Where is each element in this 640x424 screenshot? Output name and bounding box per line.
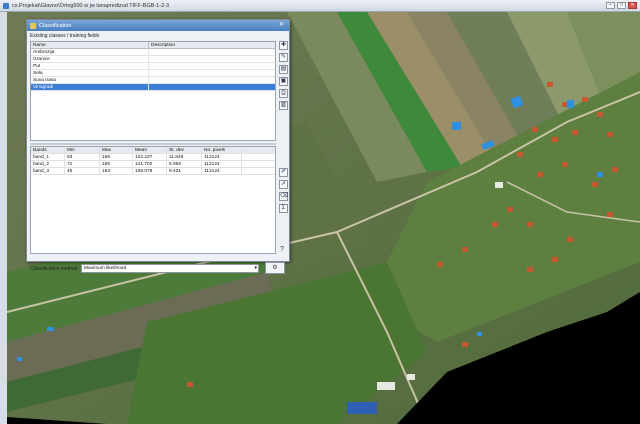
class-name: Granice <box>31 56 149 62</box>
table-cell: 165 <box>100 154 133 160</box>
stats-table-header: Bands Min Max Mean St. dev No. pixels <box>31 147 275 154</box>
pointer-icon[interactable]: ➚ <box>279 180 288 189</box>
app-titlebar: cs.Projekat\Glavno\Ortog500 w jw lanapre… <box>0 0 640 12</box>
table-cell: band_3 <box>31 168 65 174</box>
class-toolbar: ✚ ✎ ▤ ▣ ⎙ ▥ <box>279 41 289 113</box>
help-icon[interactable]: ? <box>280 246 284 253</box>
statistics-toolbar: ✐ ➚ ⌫ Σ <box>279 168 289 216</box>
table-cell: 112124 <box>202 168 242 174</box>
band-statistics-table[interactable]: Bands Min Max Mean St. dev No. pixels ba… <box>30 146 276 254</box>
class-description <box>149 84 275 90</box>
table-cell: 153 <box>100 168 133 174</box>
class-row[interactable]: Put <box>31 63 275 70</box>
column-header-pixels[interactable]: No. pixels <box>202 147 242 153</box>
pane-splitter[interactable] <box>30 143 276 145</box>
clear-icon[interactable]: ⌫ <box>279 192 288 201</box>
table-cell: 71 <box>65 161 100 167</box>
column-header-mean[interactable]: Mean <box>133 147 167 153</box>
column-header-max[interactable]: Max <box>100 147 133 153</box>
chevron-down-icon: ▾ <box>254 265 257 271</box>
class-row[interactable]: Sela <box>31 70 275 77</box>
window-controls: – □ ✕ <box>606 2 637 9</box>
app-title: cs.Projekat\Glavno\Ortog500 w jw lanapre… <box>12 2 170 9</box>
class-name: Put <box>31 63 149 69</box>
column-header-description[interactable]: Description <box>149 42 275 48</box>
open-icon[interactable]: ▤ <box>279 65 288 74</box>
close-window-button[interactable]: ✕ <box>628 2 637 9</box>
table-cell: 11.849 <box>167 154 202 160</box>
class-name: Sela <box>31 70 149 76</box>
classes-table-header: Name Description <box>31 42 275 49</box>
column-header-min[interactable]: Min <box>65 147 100 153</box>
class-name: Suva trava <box>31 77 149 83</box>
dialog-title: Classification <box>39 22 72 29</box>
table-cell: 45 <box>65 168 100 174</box>
edit-class-icon[interactable]: ✎ <box>279 53 288 62</box>
table-cell: 141.702 <box>133 161 167 167</box>
class-description <box>149 49 275 55</box>
class-description <box>149 56 275 62</box>
print-icon[interactable]: ⎙ <box>279 89 288 98</box>
classes-table[interactable]: Name Description Ambrozija Granice Put S… <box>30 41 276 141</box>
class-description <box>149 77 275 83</box>
table-cell: 5.956 <box>167 161 202 167</box>
table-cell: band_2 <box>31 161 65 167</box>
sum-icon[interactable]: Σ <box>279 204 288 213</box>
app-logo-icon <box>3 2 9 9</box>
classes-section-label: Existing classes / training fields <box>30 33 100 39</box>
column-header-name[interactable]: Name <box>31 42 149 48</box>
classification-icon <box>30 22 36 29</box>
class-name: Ambrozija <box>31 49 149 55</box>
table-row[interactable]: band_1 53 165 122.227 11.849 112124 <box>31 154 275 161</box>
classification-dialog: Classification ✕ Existing classes / trai… <box>26 19 290 274</box>
table-cell: 106.079 <box>133 168 167 174</box>
add-class-icon[interactable]: ✚ <box>279 41 288 50</box>
classification-method-select[interactable]: Maximum likelihood ▾ <box>81 264 259 273</box>
classification-method-label: Classification method <box>30 266 78 272</box>
class-row[interactable]: Suva trava <box>31 77 275 84</box>
table-cell: 122.227 <box>133 154 167 160</box>
table-cell: 185 <box>100 161 133 167</box>
table-row[interactable]: band_2 71 185 141.702 5.956 112124 <box>31 161 275 168</box>
column-header-bands[interactable]: Bands <box>31 147 65 153</box>
class-row[interactable]: Ambrozija <box>31 49 275 56</box>
table-cell: band_1 <box>31 154 65 160</box>
dialog-close-button[interactable]: ✕ <box>277 21 286 29</box>
table-cell: 53 <box>65 154 100 160</box>
table-cell: 112124 <box>202 161 242 167</box>
maximize-button[interactable]: □ <box>617 2 626 9</box>
column-header-stdev[interactable]: St. dev <box>167 147 202 153</box>
table-row[interactable]: band_3 45 153 106.079 9.421 112124 <box>31 168 275 175</box>
classification-method-value: Maximum likelihood <box>84 266 127 271</box>
class-row-selected[interactable]: Vinogradi <box>31 84 275 91</box>
class-row[interactable]: Granice <box>31 56 275 63</box>
class-name: Vinogradi <box>31 84 149 90</box>
run-classification-button[interactable]: ⚙ <box>265 262 285 274</box>
run-icon: ⚙ <box>272 265 278 271</box>
app-window: cs.Projekat\Glavno\Ortog500 w jw lanapre… <box>0 0 640 424</box>
table-cell: 9.421 <box>167 168 202 174</box>
table-cell: 112124 <box>202 154 242 160</box>
class-description <box>149 70 275 76</box>
delete-icon[interactable]: ▥ <box>279 101 288 110</box>
dialog-titlebar[interactable]: Classification ✕ <box>27 20 289 31</box>
class-description <box>149 63 275 69</box>
brush-icon[interactable]: ✐ <box>279 168 288 177</box>
minimize-button[interactable]: – <box>606 2 615 9</box>
save-icon[interactable]: ▣ <box>279 77 288 86</box>
